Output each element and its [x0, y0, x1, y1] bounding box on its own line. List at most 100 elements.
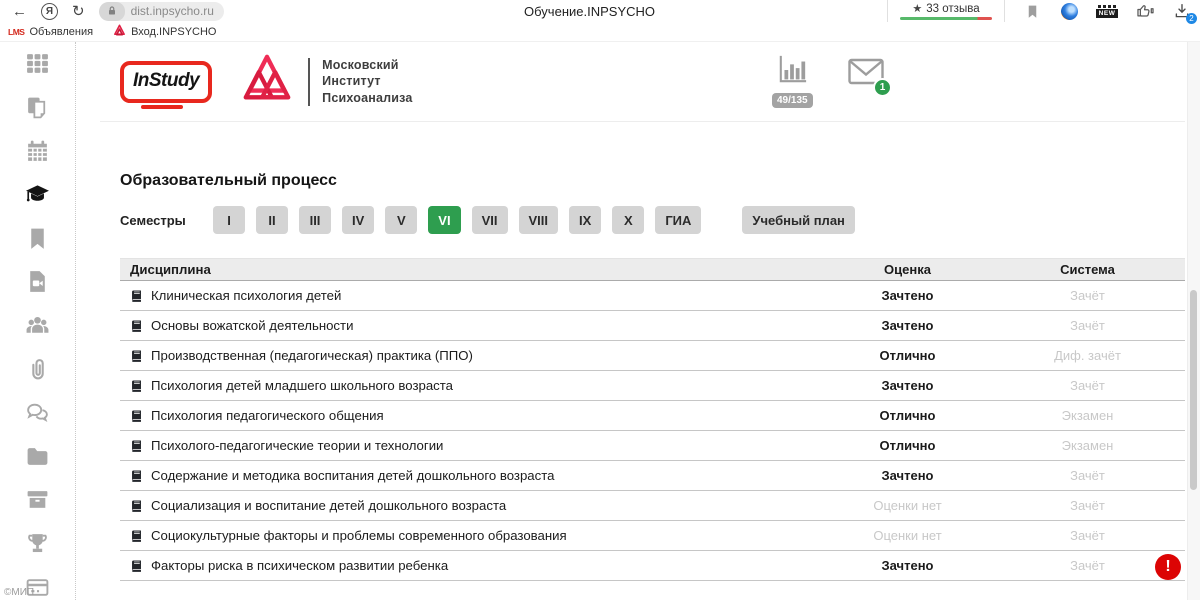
documents-icon[interactable]	[25, 95, 51, 121]
reload-button[interactable]: ↻	[72, 4, 85, 19]
extension-globe-icon[interactable]	[1059, 1, 1079, 21]
chat-icon[interactable]	[25, 400, 51, 426]
table-row[interactable]: Основы вожатской деятельности Зачтено За…	[120, 311, 1185, 341]
semester-button-IX[interactable]: IX	[569, 206, 601, 234]
trophy-icon[interactable]	[25, 531, 51, 557]
table-row[interactable]: Психология детей младшего школьного возр…	[120, 371, 1185, 401]
column-discipline: Дисциплина	[120, 262, 825, 277]
downloads-icon[interactable]: 2	[1172, 1, 1192, 21]
bookmark-flag-icon[interactable]	[1022, 1, 1042, 21]
page-title-chrome: Обучение.INPSYCHO	[524, 4, 655, 19]
video-file-icon[interactable]	[25, 269, 51, 295]
instudy-logo[interactable]: InStudy	[120, 61, 212, 103]
page-title: Образовательный процесс	[120, 172, 1185, 190]
browser-toolbar: ← Я ↻ dist.inpsycho.ru Обучение.INPSYCHO…	[0, 0, 1200, 22]
table-header-row: Дисциплина Оценка Система	[120, 258, 1185, 281]
bookmark-announcements[interactable]: LMS Объявления	[8, 26, 93, 38]
progress-stats[interactable]: 49/135	[772, 54, 813, 108]
calendar-icon[interactable]	[25, 138, 51, 164]
grade-value: Зачтено	[825, 558, 990, 573]
discipline-name: Психология детей младшего школьного возр…	[151, 378, 453, 393]
lock-icon[interactable]	[99, 2, 125, 21]
table-row[interactable]: Психология педагогического общения Отлич…	[120, 401, 1185, 431]
scrollbar-track	[1187, 42, 1200, 600]
mip-triangles-logo[interactable]	[240, 51, 294, 112]
archive-icon[interactable]	[25, 487, 51, 513]
browser-logo-icon[interactable]: Я	[41, 3, 58, 20]
discipline-name: Содержание и методика воспитания детей д…	[151, 468, 554, 483]
progress-badge: 49/135	[772, 93, 813, 108]
book-icon	[130, 559, 143, 573]
semester-button-Учебный план[interactable]: Учебный план	[742, 206, 854, 234]
bookmark-label: Объявления	[29, 26, 93, 38]
bookmark-label: Вход.INPSYCHO	[131, 26, 216, 38]
grade-value: Отлично	[825, 348, 990, 363]
disciplines-table: Дисциплина Оценка Система Клиническая пс…	[120, 258, 1185, 581]
education-cap-icon[interactable]	[25, 182, 51, 208]
book-icon	[130, 499, 143, 513]
semester-button-IV[interactable]: IV	[342, 206, 374, 234]
scrollbar-thumb[interactable]	[1190, 290, 1197, 490]
book-icon	[130, 409, 143, 423]
system-value: Зачёт	[990, 288, 1185, 303]
site-reviews[interactable]: ★ 33 отзыва	[887, 0, 1005, 22]
system-value: Зачёт	[990, 498, 1185, 513]
book-icon	[130, 289, 143, 303]
table-row[interactable]: Клиническая психология детей Зачтено Зач…	[120, 281, 1185, 311]
grade-value: Зачтено	[825, 288, 990, 303]
back-button[interactable]: ←	[12, 4, 27, 19]
table-row[interactable]: Социализация и воспитание детей дошкольн…	[120, 491, 1185, 521]
semester-button-V[interactable]: V	[385, 206, 417, 234]
lms-favicon: LMS	[8, 27, 24, 37]
mail-count-badge: 1	[873, 78, 892, 97]
address-bar[interactable]: dist.inpsycho.ru	[99, 2, 224, 21]
semester-button-ГИА[interactable]: ГИА	[655, 206, 701, 234]
semester-button-II[interactable]: II	[256, 206, 288, 234]
column-grade: Оценка	[825, 262, 990, 277]
bookmark-inpsycho-login[interactable]: Вход.INPSYCHO	[113, 24, 216, 40]
table-row[interactable]: Психолого-педагогические теории и технол…	[120, 431, 1185, 461]
semester-button-I[interactable]: I	[213, 206, 245, 234]
copyright-label: ©МИП	[4, 587, 34, 598]
rating-bar	[900, 17, 992, 20]
semester-button-VII[interactable]: VII	[472, 206, 508, 234]
discipline-name: Производственная (педагогическая) практи…	[151, 348, 473, 363]
lms-page: ©МИП InStudy Московский Институт Психоан…	[0, 42, 1200, 600]
system-value: Экзамен	[990, 438, 1185, 453]
table-row[interactable]: Факторы риска в психическом развитии реб…	[120, 551, 1185, 581]
grade-value: Оценки нет	[825, 528, 990, 543]
system-value: Зачёт	[990, 528, 1185, 543]
system-value: Экзамен	[990, 408, 1185, 423]
column-system: Система	[990, 262, 1185, 277]
semester-button-VIII[interactable]: VIII	[519, 206, 559, 234]
table-row[interactable]: Содержание и методика воспитания детей д…	[120, 461, 1185, 491]
table-row[interactable]: Социокультурные факторы и проблемы совре…	[120, 521, 1185, 551]
institute-name: Московский Институт Психоанализа	[322, 57, 412, 106]
app-sidebar: ©МИП	[0, 42, 76, 600]
mail-button[interactable]: 1	[848, 58, 884, 90]
reviews-label: 33 отзыва	[926, 3, 979, 15]
alert-icon[interactable]: !	[1155, 554, 1181, 580]
book-icon	[130, 379, 143, 393]
table-body: Клиническая психология детей Зачтено Зач…	[120, 281, 1185, 581]
book-icon	[130, 349, 143, 363]
bookmark-icon[interactable]	[25, 225, 51, 251]
grade-value: Оценки нет	[825, 498, 990, 513]
attachment-icon[interactable]	[25, 356, 51, 382]
discipline-name: Социокультурные факторы и проблемы совре…	[151, 528, 567, 543]
extension-new-icon[interactable]: NEW	[1096, 5, 1118, 18]
book-icon	[130, 529, 143, 543]
grade-value: Отлично	[825, 408, 990, 423]
group-icon[interactable]	[25, 313, 51, 339]
semester-button-X[interactable]: X	[612, 206, 644, 234]
apps-grid-icon[interactable]	[25, 51, 51, 77]
table-row[interactable]: Производственная (педагогическая) практи…	[120, 341, 1185, 371]
folder-icon[interactable]	[25, 443, 51, 469]
book-icon	[130, 439, 143, 453]
mip-favicon	[113, 24, 126, 40]
semester-button-VI[interactable]: VI	[428, 206, 460, 234]
discipline-name: Основы вожатской деятельности	[151, 318, 353, 333]
thumbs-rating-icon[interactable]	[1135, 1, 1155, 21]
semester-button-III[interactable]: III	[299, 206, 331, 234]
discipline-name: Социализация и воспитание детей дошкольн…	[151, 498, 506, 513]
